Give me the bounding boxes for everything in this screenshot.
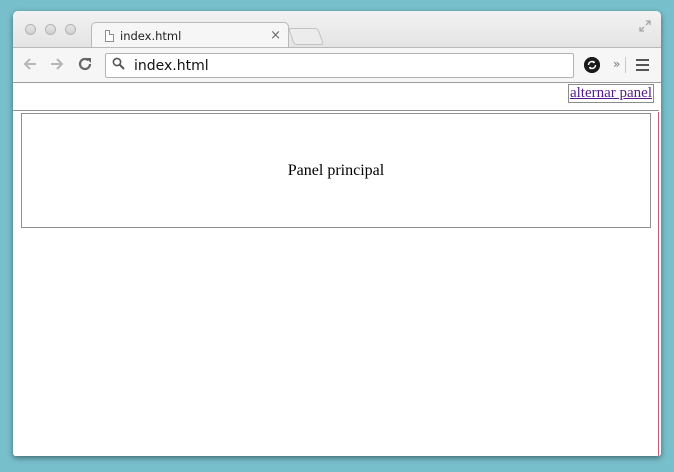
tab-strip: index.html ×: [13, 11, 661, 49]
browser-toolbar: index.html »: [13, 47, 661, 83]
arrow-left-icon: [23, 58, 36, 70]
tab-close-button[interactable]: ×: [270, 28, 281, 43]
tab-content: index.html ×: [105, 23, 285, 48]
file-icon: [105, 29, 114, 42]
sync-extension-icon[interactable]: [584, 57, 600, 73]
hamburger-menu-icon[interactable]: [636, 59, 649, 74]
forward-button[interactable]: [49, 56, 65, 76]
back-button[interactable]: [22, 56, 38, 76]
tab-title: index.html: [120, 28, 182, 43]
address-text[interactable]: index.html: [134, 58, 209, 74]
search-icon: [112, 57, 130, 74]
close-window-button[interactable]: [25, 24, 36, 35]
browser-window: index.html × index.html » alternar panel…: [13, 11, 661, 456]
side-panel-edge: [658, 112, 659, 456]
toggle-panel-link[interactable]: alternar panel: [567, 84, 654, 103]
main-panel-label: Panel principal: [287, 161, 385, 179]
reload-icon: [78, 57, 92, 71]
page-top-bar: alternar panel: [13, 83, 659, 111]
chevron-double-right-icon[interactable]: »: [613, 57, 620, 71]
fullscreen-icon[interactable]: [639, 20, 651, 35]
address-bar[interactable]: index.html: [105, 53, 574, 78]
page-viewport: alternar panel Panel principal: [13, 83, 661, 456]
minimize-window-button[interactable]: [45, 24, 56, 35]
toolbar-divider: [625, 57, 626, 73]
main-panel: Panel principal: [21, 113, 651, 228]
new-tab-button[interactable]: [287, 28, 325, 45]
arrow-right-icon: [51, 58, 64, 70]
zoom-window-button[interactable]: [65, 24, 76, 35]
reload-button[interactable]: [77, 56, 93, 76]
